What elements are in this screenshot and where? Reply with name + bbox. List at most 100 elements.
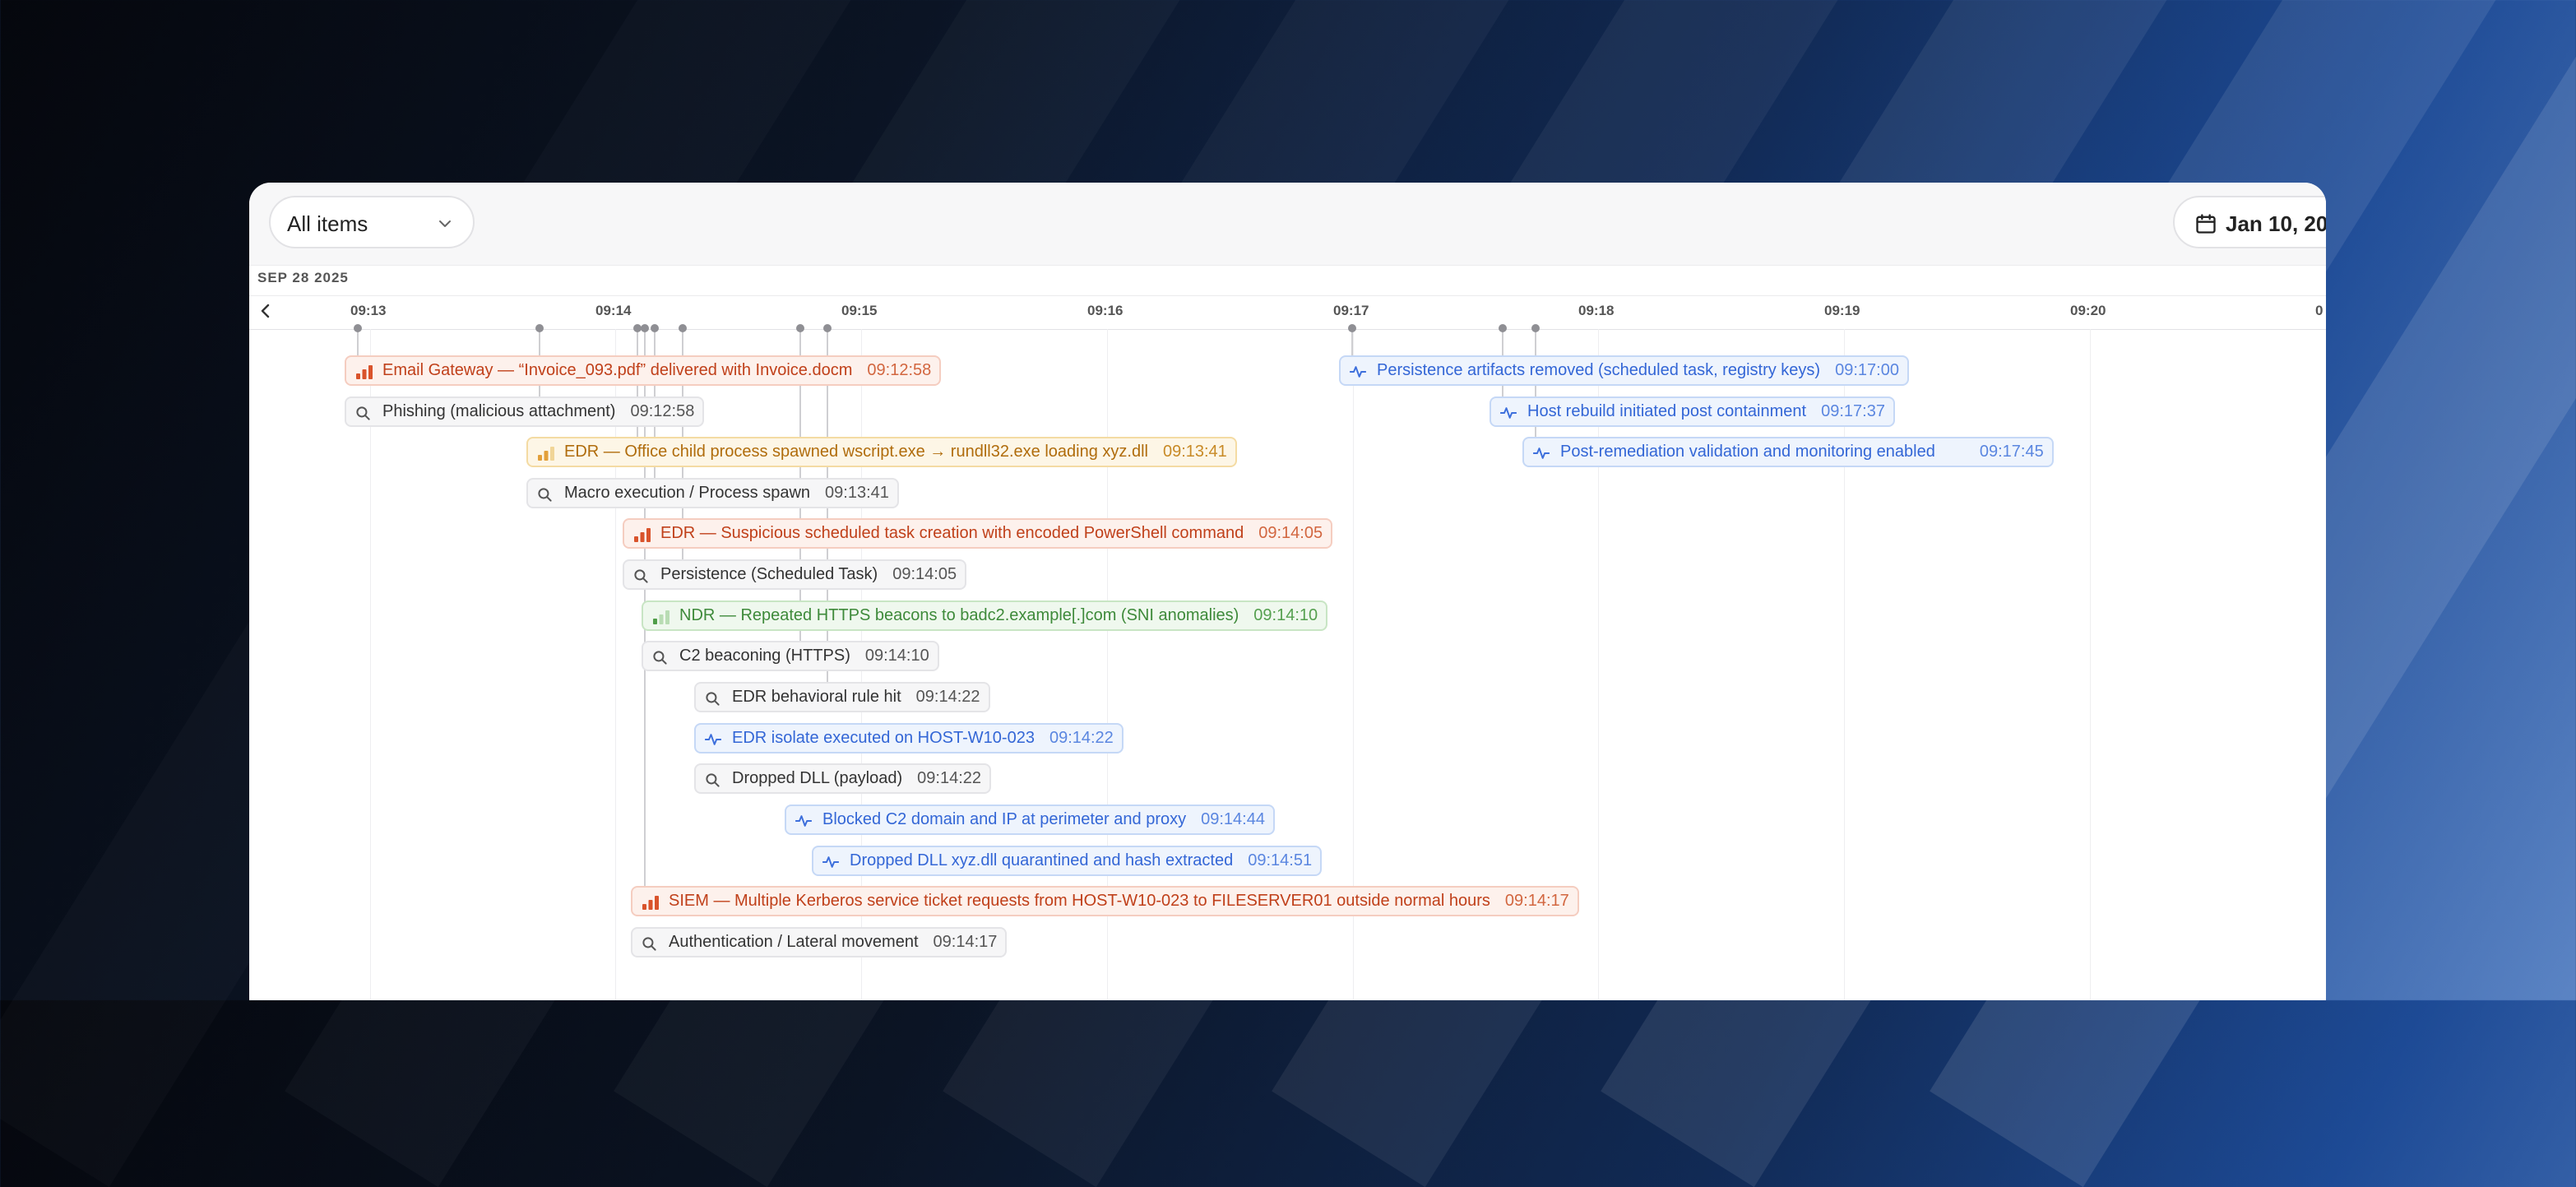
event-connector bbox=[1535, 329, 1536, 450]
calendar-icon bbox=[2196, 214, 2216, 234]
event-time: 09:13:41 bbox=[825, 484, 889, 502]
time-tick: 09:20 bbox=[2070, 303, 2106, 318]
event-text: C2 beaconing (HTTPS) bbox=[679, 647, 850, 665]
event-finding[interactable]: Persistence (Scheduled Task) 09:14:05 bbox=[623, 559, 967, 590]
event-alert[interactable]: Email Gateway — “Invoice_093.pdf” delive… bbox=[345, 355, 942, 386]
event-dot[interactable] bbox=[1531, 324, 1540, 332]
activity-icon bbox=[1350, 366, 1366, 378]
event-dot[interactable] bbox=[823, 324, 832, 332]
time-tick: 09:13 bbox=[350, 303, 387, 318]
event-time: 09:14:05 bbox=[1258, 524, 1323, 542]
event-time: 09:14:22 bbox=[917, 769, 982, 787]
signal-bars-icon bbox=[642, 896, 659, 910]
event-time: 09:14:44 bbox=[1201, 810, 1265, 828]
search-icon bbox=[706, 692, 720, 706]
event-dot[interactable] bbox=[1499, 324, 1507, 332]
search-icon bbox=[653, 651, 667, 665]
signal-bars-icon bbox=[653, 610, 669, 624]
event-time: 09:13:41 bbox=[1162, 443, 1227, 461]
time-tick: 09:18 bbox=[1578, 303, 1615, 318]
event-alert[interactable]: EDR — Suspicious scheduled task creation… bbox=[623, 518, 1333, 549]
event-time: 09:17:37 bbox=[1821, 402, 1885, 420]
event-action[interactable]: Persistence artifacts removed (scheduled… bbox=[1339, 355, 1909, 386]
event-finding[interactable]: Macro execution / Process spawn 09:13:41 bbox=[526, 478, 899, 508]
event-dot[interactable] bbox=[1348, 324, 1356, 332]
event-time: 09:17:45 bbox=[1979, 443, 2044, 461]
event-text: Post-remediation validation and monitori… bbox=[1560, 443, 1935, 461]
event-warning[interactable]: EDR — Office child process spawned wscri… bbox=[526, 437, 1237, 467]
activity-icon bbox=[1533, 447, 1550, 459]
event-action[interactable]: Dropped DLL xyz.dll quarantined and hash… bbox=[812, 846, 1323, 876]
event-finding[interactable]: Authentication / Lateral movement 09:14:1… bbox=[631, 927, 1008, 957]
time-ruler bbox=[249, 295, 2326, 330]
date-picker-label: Jan 10, 2025 bbox=[2226, 211, 2326, 236]
event-time: 09:12:58 bbox=[630, 402, 695, 420]
event-dot[interactable] bbox=[651, 324, 659, 332]
gridline bbox=[370, 329, 371, 1000]
event-time: 09:14:22 bbox=[1049, 729, 1114, 747]
event-text: Host rebuild initiated post containment bbox=[1527, 402, 1807, 420]
event-text: Authentication / Lateral movement bbox=[669, 933, 919, 951]
activity-icon bbox=[1500, 407, 1517, 419]
time-tick: 09:14 bbox=[595, 303, 632, 318]
event-network[interactable]: NDR — Repeated HTTPS beacons to badc2.ex… bbox=[642, 600, 1328, 631]
event-finding[interactable]: EDR behavioral rule hit 09:14:22 bbox=[694, 682, 990, 712]
event-time: 09:14:17 bbox=[933, 933, 998, 951]
event-dot[interactable] bbox=[535, 324, 544, 332]
search-icon bbox=[538, 488, 552, 502]
event-time: 09:14:10 bbox=[1253, 606, 1318, 624]
event-finding[interactable]: Phishing (malicious attachment) 09:12:58 bbox=[345, 396, 705, 427]
event-dot[interactable] bbox=[641, 324, 649, 332]
time-tick: 09:17 bbox=[1333, 303, 1369, 318]
event-connector bbox=[637, 329, 638, 450]
date-picker-button[interactable]: Jan 10, 2025 bbox=[2173, 196, 2326, 248]
event-text: Phishing (malicious attachment) bbox=[382, 402, 616, 420]
event-dot[interactable] bbox=[354, 324, 362, 332]
event-action[interactable]: Post-remediation validation and monitori… bbox=[1522, 437, 2054, 467]
signal-bars-icon bbox=[634, 528, 651, 542]
event-dot[interactable] bbox=[796, 324, 804, 332]
time-tick: 0 bbox=[2315, 303, 2323, 318]
event-text: NDR — Repeated HTTPS beacons to badc2.ex… bbox=[679, 606, 1239, 624]
event-text: EDR behavioral rule hit bbox=[732, 688, 901, 706]
filter-dropdown-label: All items bbox=[287, 211, 368, 236]
event-text: Email Gateway — “Invoice_093.pdf” delive… bbox=[382, 361, 853, 379]
gridline bbox=[615, 329, 616, 1000]
activity-icon bbox=[822, 856, 839, 868]
event-action[interactable]: Blocked C2 domain and IP at perimeter an… bbox=[785, 804, 1275, 835]
time-tick: 09:15 bbox=[841, 303, 878, 318]
day-label: SEP 28 2025 bbox=[257, 270, 349, 285]
event-time: 09:17:00 bbox=[1835, 361, 1899, 379]
time-tick: 09:16 bbox=[1087, 303, 1124, 318]
event-time: 09:14:22 bbox=[915, 688, 980, 706]
event-alert[interactable]: SIEM — Multiple Kerberos service ticket … bbox=[631, 886, 1579, 916]
time-tick: 09:19 bbox=[1824, 303, 1860, 318]
event-text: Macro execution / Process spawn bbox=[564, 484, 811, 502]
event-text: Dropped DLL xyz.dll quarantined and hash… bbox=[850, 851, 1234, 869]
chevron-left-icon[interactable] bbox=[256, 301, 276, 321]
event-text: SIEM — Multiple Kerberos service ticket … bbox=[669, 892, 1490, 910]
search-icon bbox=[706, 773, 720, 787]
activity-icon bbox=[705, 734, 721, 745]
event-action[interactable]: EDR isolate executed on HOST-W10-023 09:1… bbox=[694, 723, 1124, 753]
event-time: 09:14:51 bbox=[1248, 851, 1313, 869]
event-dot[interactable] bbox=[679, 324, 687, 332]
search-icon bbox=[642, 937, 656, 951]
event-finding[interactable]: Dropped DLL (payload) 09:14:22 bbox=[694, 763, 992, 794]
event-text: Blocked C2 domain and IP at perimeter an… bbox=[822, 810, 1187, 828]
signal-bars-icon bbox=[538, 447, 554, 461]
chevron-down-icon bbox=[439, 220, 451, 227]
filter-dropdown[interactable]: All items bbox=[269, 196, 475, 248]
event-time: 09:14:17 bbox=[1504, 892, 1569, 910]
event-time: 09:12:58 bbox=[867, 361, 932, 379]
event-text: Persistence artifacts removed (scheduled… bbox=[1377, 361, 1821, 379]
signal-bars-icon bbox=[356, 365, 373, 379]
gridline bbox=[2090, 329, 2091, 1000]
gridline bbox=[1844, 329, 1845, 1000]
event-text: Persistence (Scheduled Task) bbox=[660, 565, 878, 583]
event-finding[interactable]: C2 beaconing (HTTPS) 09:14:10 bbox=[642, 641, 939, 671]
event-action[interactable]: Host rebuild initiated post containment 0… bbox=[1490, 396, 1895, 427]
activity-icon bbox=[795, 815, 812, 827]
search-icon bbox=[634, 569, 648, 583]
event-time: 09:14:10 bbox=[864, 647, 929, 665]
